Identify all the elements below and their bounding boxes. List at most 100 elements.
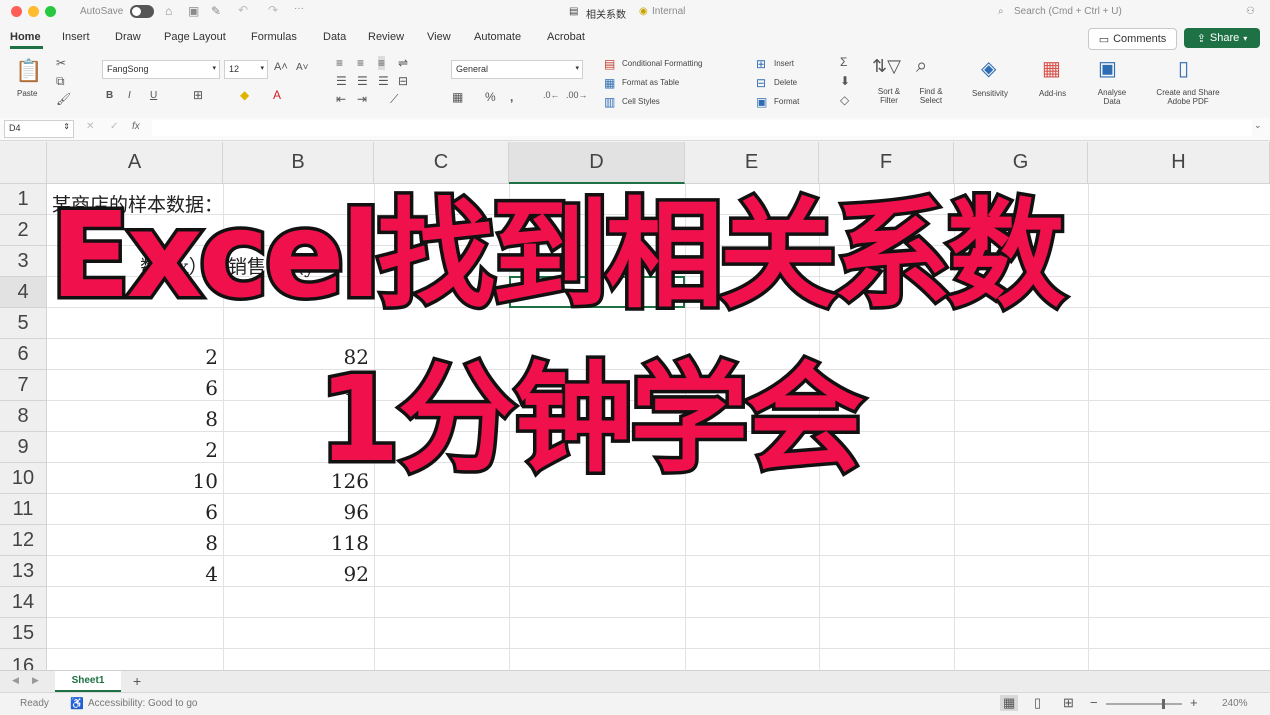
cell-a10[interactable]: 10 [47, 469, 218, 493]
align-top-icon[interactable]: ≡ [336, 56, 343, 70]
enter-icon[interactable]: ✓ [110, 121, 118, 132]
format-as-table-button[interactable]: Format as Table [622, 78, 679, 87]
sheet-tab-sheet1[interactable]: Sheet1 [55, 671, 121, 692]
expand-formula-icon[interactable]: ⌄ [1254, 120, 1262, 131]
align-right-icon[interactable]: ☰ [378, 74, 389, 88]
cell-styles-button[interactable]: Cell Styles [622, 97, 660, 106]
find-select-icon[interactable]: ⌕ [916, 55, 927, 78]
delete-cells-icon[interactable]: ⊟ [756, 76, 766, 90]
cell-b11[interactable]: 96 [223, 500, 369, 524]
sensitivity-button[interactable]: Sensitivity [972, 89, 1008, 98]
home-icon[interactable]: ⌂ [165, 4, 172, 18]
copy-icon[interactable]: ⧉ [56, 74, 65, 89]
tab-data[interactable]: Data [323, 31, 346, 43]
row-header[interactable]: 8 [0, 401, 47, 432]
zoom-window-button[interactable] [45, 6, 56, 17]
align-bottom-icon[interactable]: ≡ [378, 56, 386, 70]
format-painter-icon[interactable]: 🖌 [56, 92, 71, 106]
cell-a8[interactable]: 8 [47, 407, 218, 431]
addins-button[interactable]: Add-ins [1039, 89, 1066, 98]
orientation-icon[interactable]: ⟋ [390, 92, 398, 107]
sensitivity-ribbon-icon[interactable]: ◈ [981, 56, 996, 81]
tab-automate[interactable]: Automate [474, 31, 521, 43]
row-header[interactable]: 7 [0, 370, 47, 401]
increase-indent-icon[interactable]: ⇥ [357, 92, 367, 106]
column-header-h[interactable]: H [1088, 142, 1270, 184]
font-name-select[interactable]: FangSong ▾ [102, 60, 220, 79]
analyse-data-button[interactable]: Analyse Data [1094, 88, 1130, 106]
zoom-in-icon[interactable]: + [1190, 695, 1198, 710]
align-center-icon[interactable]: ☰ [357, 74, 368, 88]
fill-color-icon[interactable]: ◆ [240, 88, 249, 102]
italic-button[interactable]: I [128, 90, 131, 101]
fx-button[interactable]: fx [132, 121, 140, 132]
font-size-select[interactable]: 12 ▾ [224, 60, 268, 79]
tab-acrobat[interactable]: Acrobat [547, 31, 585, 43]
zoom-slider[interactable] [1106, 699, 1182, 709]
column-header-b[interactable]: B [223, 142, 374, 184]
row-header[interactable]: 9 [0, 432, 47, 463]
tab-page-layout[interactable]: Page Layout [164, 31, 226, 43]
close-window-button[interactable] [11, 6, 22, 17]
formula-input[interactable] [152, 120, 1252, 136]
share-button[interactable]: ⇪ Share ▾ [1184, 28, 1260, 48]
borders-icon[interactable]: ⊞ [193, 88, 203, 102]
save-icon[interactable]: ▣ [188, 4, 199, 18]
number-format-select[interactable]: General ▾ [451, 60, 583, 79]
accounting-format-icon[interactable]: ▦ [452, 90, 463, 104]
sort-filter-icon[interactable]: ⇅▽ [872, 56, 901, 77]
row-header[interactable]: 14 [0, 587, 47, 618]
undo-icon[interactable]: ↶ [238, 3, 248, 17]
zoom-slider-handle[interactable] [1162, 699, 1165, 709]
autosave-toggle[interactable] [130, 5, 154, 18]
tab-review[interactable]: Review [368, 31, 404, 43]
cut-icon[interactable]: ✂ [56, 56, 66, 70]
column-header-d[interactable]: D [509, 142, 685, 184]
align-left-icon[interactable]: ☰ [336, 74, 347, 88]
tab-formulas[interactable]: Formulas [251, 31, 297, 43]
column-header-f[interactable]: F [819, 142, 954, 184]
cell-b12[interactable]: 118 [223, 531, 369, 555]
row-header[interactable]: 15 [0, 618, 47, 649]
tab-insert[interactable]: Insert [62, 31, 90, 43]
format-cells-icon[interactable]: ▣ [756, 95, 767, 109]
column-header-a[interactable]: A [47, 142, 223, 184]
row-header[interactable]: 1 [0, 184, 47, 215]
account-icon[interactable]: ⚇ [1246, 6, 1255, 17]
fill-icon[interactable]: ⬇ [840, 74, 850, 88]
zoom-level[interactable]: 240% [1222, 698, 1248, 709]
decrease-indent-icon[interactable]: ⇤ [336, 92, 346, 106]
select-all-corner[interactable] [0, 142, 47, 184]
cell-b13[interactable]: 92 [223, 562, 369, 586]
tab-draw[interactable]: Draw [115, 31, 141, 43]
normal-view-icon[interactable]: ▦ [1000, 695, 1019, 711]
row-header[interactable]: 2 [0, 215, 47, 246]
increase-decimal-icon[interactable]: .0← [543, 90, 560, 100]
sort-filter-button[interactable]: Sort & Filter [873, 87, 905, 105]
accessibility-icon[interactable]: ♿ [70, 697, 84, 710]
row-header[interactable]: 10 [0, 463, 47, 494]
column-header-g[interactable]: G [954, 142, 1088, 184]
tab-view[interactable]: View [427, 31, 451, 43]
add-sheet-button[interactable]: + [133, 673, 141, 689]
cell-a12[interactable]: 8 [47, 531, 218, 555]
row-header[interactable]: 3 [0, 246, 47, 277]
accessibility-status[interactable]: Accessibility: Good to go [88, 698, 198, 709]
comma-style-icon[interactable]: , [510, 90, 513, 104]
name-box[interactable]: D4 ⇕ [4, 120, 74, 138]
search-input[interactable]: Search (Cmd + Ctrl + U) [1014, 6, 1122, 17]
merge-center-icon[interactable]: ⊟ [398, 74, 408, 88]
search-icon[interactable]: ⌕ [998, 6, 1004, 17]
next-sheet-icon[interactable]: ▶ [32, 675, 39, 686]
insert-cells-icon[interactable]: ⊞ [756, 57, 766, 71]
underline-button[interactable]: U [150, 90, 157, 101]
format-cells-button[interactable]: Format [774, 97, 799, 106]
analyse-data-icon[interactable]: ▣ [1098, 56, 1117, 81]
cell-a7[interactable]: 6 [47, 376, 218, 400]
edit-icon[interactable]: ✎ [211, 4, 221, 18]
insert-cells-button[interactable]: Insert [774, 59, 794, 68]
row-header[interactable]: 16 [0, 649, 47, 670]
clear-icon[interactable]: ◇ [840, 93, 849, 107]
autosum-icon[interactable]: Σ [840, 55, 847, 69]
sensitivity-label[interactable]: Internal [652, 6, 685, 17]
